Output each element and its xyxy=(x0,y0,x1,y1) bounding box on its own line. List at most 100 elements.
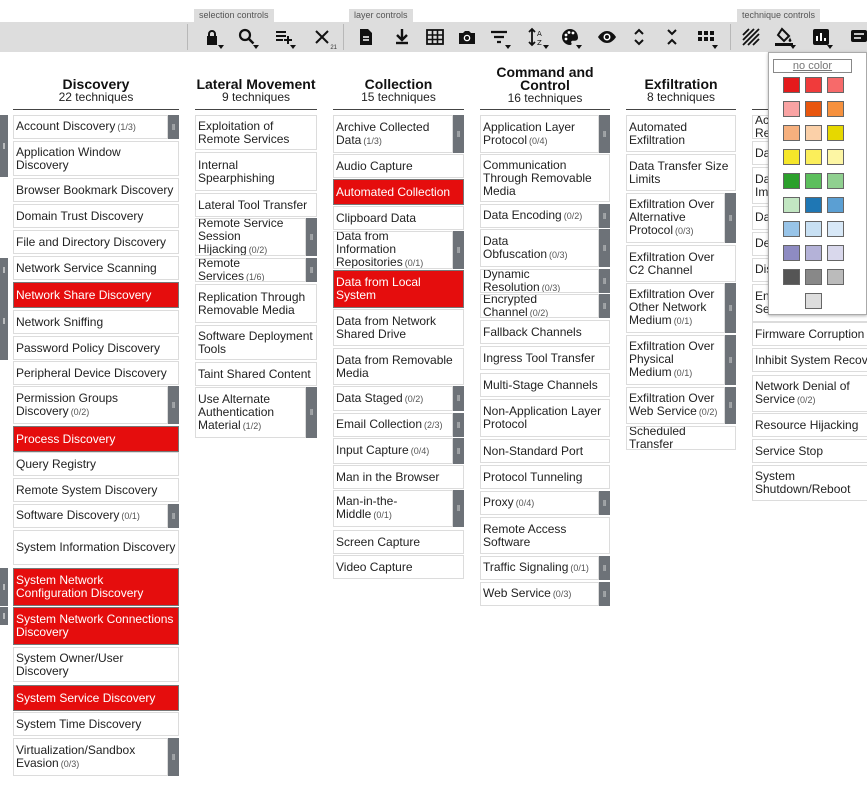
technique-cell[interactable]: Video Capture xyxy=(333,555,464,579)
technique-cell[interactable]: Scheduled Transfer xyxy=(626,426,736,450)
download-button[interactable] xyxy=(389,25,415,49)
expand-subtechniques-handle[interactable]: ‖ xyxy=(453,413,464,437)
lock-button[interactable] xyxy=(199,25,225,49)
technique-cell[interactable]: Fallback Channels xyxy=(480,320,610,344)
technique-cell[interactable]: Input Capture (0/4) xyxy=(333,438,453,464)
expand-subtechniques-handle[interactable]: ‖ xyxy=(168,386,179,424)
technique-cell[interactable]: Query Registry xyxy=(13,452,179,476)
color-swatch[interactable] xyxy=(783,173,800,189)
technique-cell[interactable]: Proxy (0/4) xyxy=(480,491,599,515)
search-button[interactable] xyxy=(234,25,260,49)
expand-subtechniques-handle[interactable]: ‖ xyxy=(599,115,610,153)
score-button[interactable] xyxy=(808,25,834,49)
technique-cell[interactable]: Permission Groups Discovery (0/2) xyxy=(13,386,168,424)
technique-cell[interactable]: Exfiltration Over Alternative Protocol (0… xyxy=(626,193,725,243)
tactic-header[interactable]: Collection 15 techniques xyxy=(333,77,464,104)
technique-cell[interactable]: Internal Spearphishing xyxy=(195,152,317,191)
sort-button[interactable]: AZ xyxy=(524,25,550,49)
color-swatch[interactable] xyxy=(827,269,844,285)
expand-subtechniques-handle[interactable]: ‖ xyxy=(725,193,736,243)
technique-cell[interactable]: System Information Discovery xyxy=(13,530,179,565)
eye-button[interactable] xyxy=(594,25,620,49)
technique-cell[interactable]: Lateral Tool Transfer xyxy=(195,193,317,217)
technique-cell[interactable]: Data from Information Repositories (0/1) xyxy=(333,231,453,269)
technique-cell[interactable]: Remote System Discovery xyxy=(13,478,179,502)
technique-cell[interactable]: Web Service (0/3) xyxy=(480,582,599,606)
technique-cell[interactable]: Data from Local System xyxy=(333,270,464,308)
technique-cell[interactable]: Exploitation of Remote Services xyxy=(195,115,317,150)
camera-button[interactable] xyxy=(454,25,480,49)
technique-cell[interactable]: Data Obfuscation (0/3) xyxy=(480,229,599,267)
expand-subtechniques-handle[interactable]: ‖ xyxy=(0,568,8,606)
technique-cell[interactable]: System Service Discovery xyxy=(13,685,179,711)
deselect-button[interactable]: 21 xyxy=(309,25,337,51)
expand-subtechniques-handle[interactable]: ‖ xyxy=(306,387,317,438)
expand-subtechniques-handle[interactable]: ‖ xyxy=(725,335,736,385)
technique-cell[interactable]: Traffic Signaling (0/1) xyxy=(480,556,599,580)
color-swatch[interactable] xyxy=(805,125,822,141)
expand-subtechniques-handle[interactable]: ‖ xyxy=(168,738,179,776)
color-swatch[interactable] xyxy=(805,101,822,117)
tactic-header[interactable]: Command and Control 16 techniques xyxy=(480,65,610,105)
expand-subtechniques-handle[interactable]: ‖ xyxy=(725,283,736,333)
expand-subtechniques-handle[interactable]: ‖ xyxy=(306,258,317,282)
expand-subtechniques-handle[interactable]: ‖ xyxy=(0,115,8,177)
technique-cell[interactable]: Use Alternate Authentication Material (1/… xyxy=(195,387,306,438)
expand-subtechniques-handle[interactable]: ‖ xyxy=(0,607,8,625)
color-swatch[interactable] xyxy=(805,269,822,285)
technique-cell[interactable]: Exfiltration Over Physical Medium (0/1) xyxy=(626,335,725,385)
technique-cell[interactable]: Encrypted Channel (0/2) xyxy=(480,294,599,318)
expand-subtechniques-handle[interactable]: ‖ xyxy=(599,491,610,515)
expand-subtechniques-handle[interactable]: ‖ xyxy=(725,387,736,424)
technique-cell[interactable]: Data from Network Shared Drive xyxy=(333,309,464,346)
filter-button[interactable] xyxy=(486,25,512,49)
technique-cell[interactable]: File and Directory Discovery xyxy=(13,230,179,254)
color-swatch[interactable] xyxy=(827,125,844,141)
color-swatch[interactable] xyxy=(783,197,800,213)
expand-button[interactable] xyxy=(626,25,652,49)
no-color-button[interactable]: no color xyxy=(773,59,852,73)
technique-cell[interactable]: Domain Trust Discovery xyxy=(13,204,179,228)
technique-cell[interactable]: Data from Removable Media xyxy=(333,348,464,385)
technique-cell[interactable]: Peripheral Device Discovery xyxy=(13,361,179,385)
color-swatch[interactable] xyxy=(783,221,800,237)
color-swatch[interactable] xyxy=(827,101,844,117)
technique-cell[interactable]: System Time Discovery xyxy=(13,712,179,736)
color-swatch[interactable] xyxy=(827,221,844,237)
technique-cell[interactable]: Screen Capture xyxy=(333,530,464,554)
technique-cell[interactable]: Dynamic Resolution (0/3) xyxy=(480,269,599,293)
tactic-header[interactable]: Lateral Movement 9 techniques xyxy=(195,77,317,104)
color-swatch[interactable] xyxy=(805,293,822,309)
technique-cell[interactable]: Process Discovery xyxy=(13,426,179,452)
color-swatch[interactable] xyxy=(805,245,822,261)
excel-button[interactable] xyxy=(422,25,448,49)
technique-cell[interactable]: Data Staged (0/2) xyxy=(333,386,453,411)
technique-cell[interactable]: Exfiltration Over Web Service (0/2) xyxy=(626,387,725,424)
technique-cell[interactable]: Network Denial of Service (0/2) xyxy=(752,375,867,412)
color-swatch[interactable] xyxy=(783,77,800,93)
technique-cell[interactable]: Inhibit System Recovery xyxy=(752,348,867,372)
technique-cell[interactable]: Exfiltration Over C2 Channel xyxy=(626,245,736,282)
expand-subtechniques-handle[interactable]: ‖ xyxy=(599,582,610,606)
expand-subtechniques-handle[interactable]: ‖ xyxy=(0,282,8,360)
grid-button[interactable] xyxy=(693,25,719,49)
technique-cell[interactable]: Email Collection (2/3) xyxy=(333,413,453,437)
expand-subtechniques-handle[interactable]: ‖ xyxy=(599,229,610,267)
collapse-button[interactable] xyxy=(659,25,685,49)
expand-subtechniques-handle[interactable]: ‖ xyxy=(168,115,179,139)
technique-cell[interactable]: Protocol Tunneling xyxy=(480,465,610,489)
color-swatch[interactable] xyxy=(827,173,844,189)
no-background-button[interactable] xyxy=(738,25,764,49)
technique-cell[interactable]: Automated Collection xyxy=(333,179,464,205)
color-swatch[interactable] xyxy=(783,269,800,285)
technique-cell[interactable]: System Owner/User Discovery xyxy=(13,647,179,682)
technique-cell[interactable]: Virtualization/Sandbox Evasion (0/3) xyxy=(13,738,168,776)
technique-cell[interactable]: Network Service Scanning xyxy=(13,256,179,280)
technique-cell[interactable]: Remote Access Software xyxy=(480,517,610,554)
color-swatch[interactable] xyxy=(783,149,800,165)
technique-cell[interactable]: Network Share Discovery xyxy=(13,282,179,308)
technique-cell[interactable]: Automated Exfiltration xyxy=(626,115,736,152)
expand-subtechniques-handle[interactable]: ‖ xyxy=(599,294,610,318)
expand-subtechniques-handle[interactable]: ‖ xyxy=(168,504,179,528)
expand-subtechniques-handle[interactable]: ‖ xyxy=(306,218,317,256)
